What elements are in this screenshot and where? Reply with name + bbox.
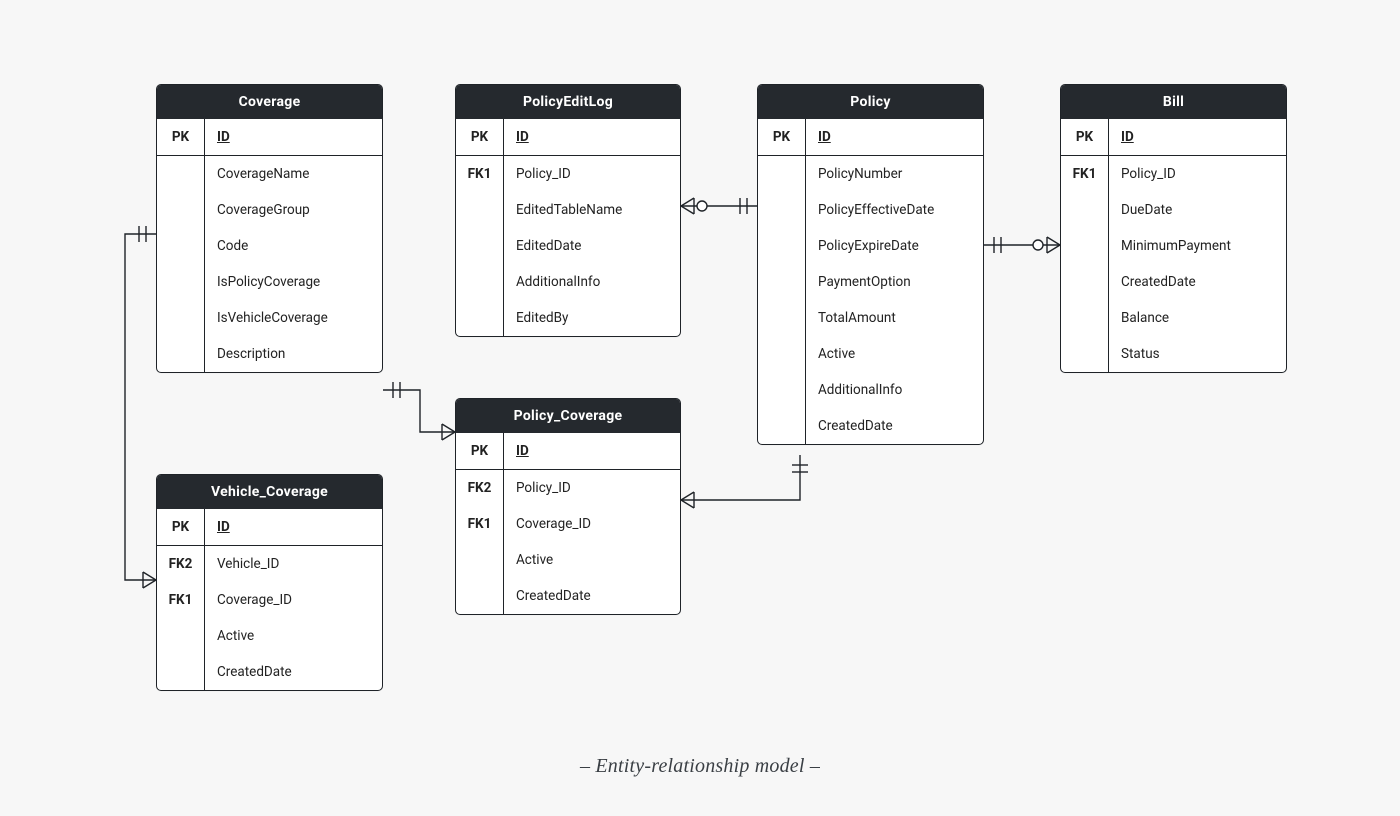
field-row: FK1Coverage_ID: [456, 506, 680, 542]
pk-row: PK ID: [758, 119, 983, 155]
entity-title: Policy_Coverage: [456, 399, 680, 433]
field-row: PolicyExpireDate: [758, 228, 983, 264]
field-row: AdditionalInfo: [758, 372, 983, 408]
field-row: MinimumPayment: [1061, 228, 1286, 264]
field-row: FK2Policy_ID: [456, 470, 680, 506]
field-row: Status: [1061, 336, 1286, 372]
pk-row: PK ID: [456, 433, 680, 469]
entity-coverage: Coverage PK ID CoverageName CoverageGrou…: [156, 84, 383, 373]
field-row: Code: [157, 228, 382, 264]
entity-title: Coverage: [157, 85, 382, 119]
entity-policyeditlog: PolicyEditLog PK ID FK1Policy_ID EditedT…: [455, 84, 681, 337]
field-row: PolicyNumber: [758, 156, 983, 192]
diagram-caption: – Entity-relationship model –: [0, 755, 1400, 778]
pk-row: PK ID: [157, 119, 382, 155]
field-row: CreatedDate: [758, 408, 983, 444]
field-name: ID: [205, 120, 382, 154]
entity-bill: Bill PK ID FK1Policy_ID DueDate MinimumP…: [1060, 84, 1287, 373]
field-row: EditedBy: [456, 300, 680, 336]
rel-coverage-policycoverage: [383, 382, 455, 440]
entity-title: Bill: [1061, 85, 1286, 119]
pk-row: PK ID: [456, 119, 680, 155]
entity-title: Vehicle_Coverage: [157, 475, 382, 509]
field-row: EditedDate: [456, 228, 680, 264]
field-row: PolicyEffectiveDate: [758, 192, 983, 228]
pk-row: PK ID: [1061, 119, 1286, 155]
rel-policycoverage-policy: [681, 455, 808, 508]
field-row: CreatedDate: [157, 654, 382, 690]
rel-policy-bill: [984, 237, 1060, 253]
pk-row: PK ID: [157, 509, 382, 545]
entity-policy: Policy PK ID PolicyNumber PolicyEffectiv…: [757, 84, 984, 445]
key-label: PK: [157, 119, 205, 155]
field-row: DueDate: [1061, 192, 1286, 228]
entity-title: PolicyEditLog: [456, 85, 680, 119]
field-row: CoverageName: [157, 156, 382, 192]
field-row: FK1Coverage_ID: [157, 582, 382, 618]
field-row: Active: [157, 618, 382, 654]
field-row: TotalAmount: [758, 300, 983, 336]
field-row: FK2Vehicle_ID: [157, 546, 382, 582]
entity-vehicle-coverage: Vehicle_Coverage PK ID FK2Vehicle_ID FK1…: [156, 474, 383, 691]
field-row: EditedTableName: [456, 192, 680, 228]
entity-title: Policy: [758, 85, 983, 119]
field-row: PaymentOption: [758, 264, 983, 300]
field-row: AdditionalInfo: [456, 264, 680, 300]
field-row: IsPolicyCoverage: [157, 264, 382, 300]
rel-policyeditlog-policy: [681, 198, 757, 214]
field-row: CreatedDate: [1061, 264, 1286, 300]
entity-policy-coverage: Policy_Coverage PK ID FK2Policy_ID FK1Co…: [455, 398, 681, 615]
er-diagram-canvas: Coverage PK ID CoverageName CoverageGrou…: [0, 0, 1400, 816]
field-row: IsVehicleCoverage: [157, 300, 382, 336]
field-row: Description: [157, 336, 382, 372]
field-row: Active: [456, 542, 680, 578]
field-row: CoverageGroup: [157, 192, 382, 228]
field-row: Active: [758, 336, 983, 372]
field-row: CreatedDate: [456, 578, 680, 614]
field-row: Balance: [1061, 300, 1286, 336]
field-row: FK1Policy_ID: [456, 156, 680, 192]
rel-coverage-vehiclecoverage: [125, 226, 156, 588]
field-row: FK1Policy_ID: [1061, 156, 1286, 192]
